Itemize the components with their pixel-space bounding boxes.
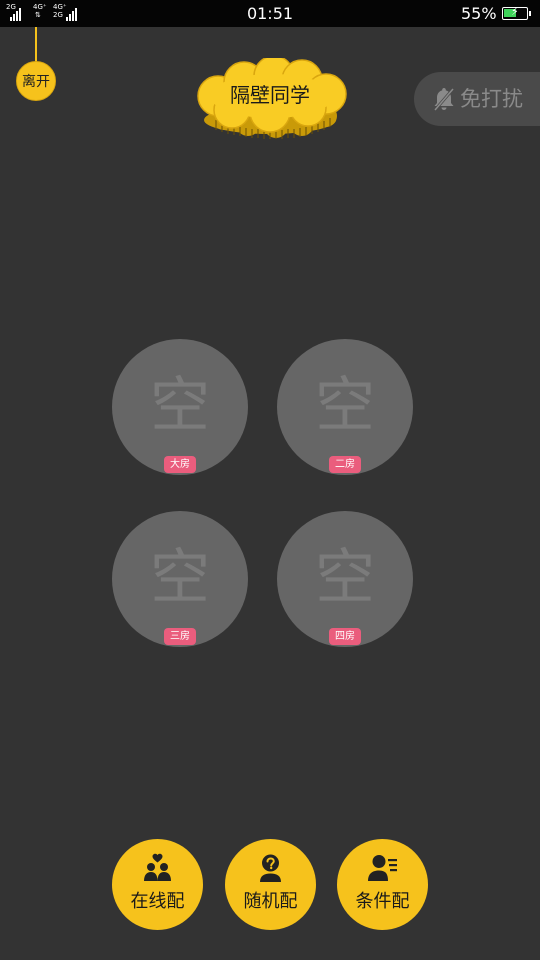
battery-percent: 55% xyxy=(461,4,497,23)
room-empty-label: 空 xyxy=(150,543,210,613)
room-empty-label: 空 xyxy=(315,371,375,441)
room-slot-1[interactable]: 空 大房 xyxy=(112,339,248,475)
leave-button[interactable]: 离开 xyxy=(16,61,56,101)
room-empty-label: 空 xyxy=(315,543,375,613)
app-screen: 2G 4G⁺ ⇅ 4G⁺ 2G 01:51 55% ⚡ 离开 隔壁同学 免打扰 … xyxy=(0,0,540,960)
online-match-label: 在线配 xyxy=(130,891,185,912)
title-cloud: 隔壁同学 xyxy=(188,58,352,144)
random-user-question-icon xyxy=(260,854,281,882)
room-tag: 四房 xyxy=(329,628,361,645)
online-match-button[interactable]: 在线配 xyxy=(112,839,203,930)
charging-bolt-icon: ⚡ xyxy=(511,5,519,18)
room-tag: 三房 xyxy=(164,628,196,645)
random-match-button[interactable]: 随机配 xyxy=(225,839,316,930)
page-title: 隔壁同学 xyxy=(230,83,310,107)
status-bar: 2G 4G⁺ ⇅ 4G⁺ 2G 01:51 55% ⚡ xyxy=(0,0,540,27)
room-tag: 二房 xyxy=(329,456,361,473)
condition-match-label: 条件配 xyxy=(355,891,410,912)
room-tag: 大房 xyxy=(164,456,196,473)
user-filter-icon xyxy=(368,855,397,881)
do-not-disturb-label: 免打扰 xyxy=(460,87,523,111)
room-slot-3[interactable]: 空 三房 xyxy=(112,511,248,647)
bell-mute-icon xyxy=(433,88,455,111)
condition-match-button[interactable]: 条件配 xyxy=(337,839,428,930)
battery-icon: ⚡ xyxy=(502,5,531,20)
room-empty-label: 空 xyxy=(150,371,210,441)
couple-heart-icon xyxy=(144,853,171,881)
leave-hanger-line xyxy=(35,27,37,65)
room-slot-4[interactable]: 空 四房 xyxy=(277,511,413,647)
room-slot-2[interactable]: 空 二房 xyxy=(277,339,413,475)
random-match-label: 随机配 xyxy=(243,891,298,912)
status-time: 01:51 xyxy=(246,4,294,23)
do-not-disturb-button[interactable]: 免打扰 xyxy=(414,72,540,126)
